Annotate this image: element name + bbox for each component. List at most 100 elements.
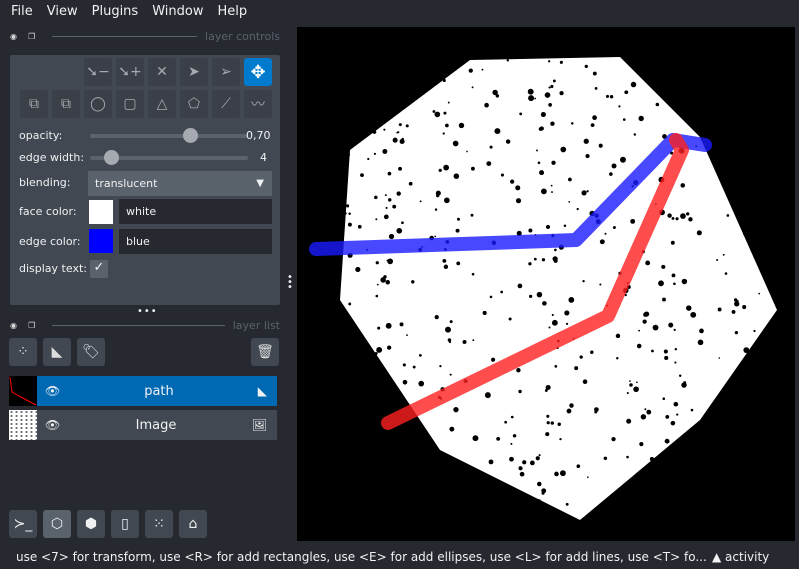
image-texture-dot [494,128,501,135]
image-texture-dot [444,197,450,204]
roll-icon: ⬢ [84,516,98,532]
new-points-button[interactable]: ⁘ [9,338,37,366]
new-shapes-button[interactable]: ◣ [43,338,71,366]
image-texture-dot [586,190,589,193]
edge-width-slider-handle[interactable] [104,150,119,165]
image-texture-dot [387,388,393,395]
transpose-button[interactable]: ▯ [111,510,139,538]
points-icon: ⁘ [17,344,29,360]
console-button[interactable]: ≻_ [9,510,37,538]
layer-thumbnail [9,410,37,440]
blending-dropdown[interactable]: translucent ▼ [88,171,272,196]
new-labels-button[interactable]: 🏷 [77,338,105,366]
edge-width-slider[interactable] [90,150,248,165]
layer-item-path[interactable]: 👁 path ◣ [9,376,277,406]
image-texture-dot [335,158,342,165]
ellipse-button[interactable]: ◯ [84,90,112,118]
menu-window[interactable]: Window [145,4,210,19]
image-texture-dot [636,343,642,349]
ndisplay-button[interactable]: ⬡ [43,510,71,538]
close-panel-icon[interactable]: ❐ [28,321,38,330]
image-texture-dot [537,161,541,165]
remove-vertex-button[interactable]: ➘− [84,58,112,86]
image-texture-dot [643,312,648,317]
image-texture-dot [731,309,736,314]
float-icon[interactable]: ◉ [10,32,20,41]
eye-icon[interactable]: 👁 [45,418,60,432]
delete-shape-button[interactable]: ✕ [148,58,176,86]
image-texture-dot [369,106,372,109]
image-texture-dot [594,86,598,90]
image-texture-dot [434,315,439,320]
add-vertex-button[interactable]: ➘+ [116,58,144,86]
menu-help[interactable]: Help [210,4,254,19]
home-button[interactable]: ⌂ [179,510,207,538]
canvas-svg[interactable] [297,27,795,541]
image-texture-dot [337,340,340,344]
edge-color-swatch[interactable] [89,229,113,253]
image-texture-dot [496,436,501,441]
move-front-icon: ⧉ [61,96,71,112]
grid-button[interactable]: ⁙ [145,510,173,538]
eye-icon[interactable]: 👁 [45,384,60,398]
image-texture-dot [717,307,722,312]
direct-select-button[interactable]: ➢ [212,58,240,86]
menu-file[interactable]: File [4,4,40,19]
move-back-button[interactable]: ⧉ [20,90,48,118]
image-texture-dot [397,131,400,134]
opacity-slider-handle[interactable] [183,128,198,143]
delete-layer-button[interactable]: 🗑 [251,338,279,366]
image-texture-dot [670,240,675,245]
image-texture-dot [394,466,398,470]
image-texture-dot [630,218,636,224]
image-texture-dot [726,214,730,217]
viewer-canvas[interactable] [297,27,795,541]
image-texture-dot [342,173,348,179]
layer-name: path [144,383,174,399]
close-panel-icon[interactable]: ❐ [28,32,38,41]
image-texture-dot [387,258,394,265]
face-color-input[interactable]: white [119,199,272,224]
pan-zoom-button[interactable]: ✥ [244,58,272,86]
image-texture-dot [671,216,675,220]
face-color-swatch[interactable] [89,200,113,224]
image-texture-dot [676,502,681,506]
image-texture-dot [568,201,571,203]
image-texture-dot [630,81,637,88]
lasso-button[interactable]: ⬠ [180,90,208,118]
display-text-checkbox[interactable]: ✓ [90,260,108,278]
layer-item-image[interactable]: 👁 Image 🖼 [9,410,277,440]
float-icon[interactable]: ◉ [10,321,20,330]
image-texture-dot [566,408,572,414]
image-texture-dot [370,481,374,485]
image-texture-dot [771,68,777,74]
image-texture-dot [518,389,522,394]
path-button[interactable]: 〰 [244,90,272,118]
image-texture-dot [533,257,537,261]
menu-plugins[interactable]: Plugins [85,4,146,19]
image-texture-dot [769,260,772,264]
image-texture-dot [392,137,398,143]
menu-view[interactable]: View [40,4,85,19]
rectangle-button[interactable]: ▢ [116,90,144,118]
image-texture-dot [716,258,719,261]
activity-button[interactable]: ▲ activity [712,550,769,564]
image-texture-dot [615,333,621,339]
image-texture-dot [348,336,351,339]
select-shape-button[interactable]: ➤ [180,58,208,86]
move-front-button[interactable]: ⧉ [52,90,80,118]
polygon-button[interactable]: △ [148,90,176,118]
image-texture-dot [667,213,672,218]
roll-dims-button[interactable]: ⬢ [77,510,105,538]
edge-color-input[interactable]: blue [119,229,272,254]
image-texture-dot [638,329,641,332]
opacity-slider[interactable] [90,128,248,143]
image-texture-dot [404,478,410,483]
line-button[interactable]: ⟋ [212,90,240,118]
image-texture-dot [472,339,475,342]
image-texture-dot [522,460,527,465]
panel-resize-handle[interactable]: • • • [287,273,293,293]
image-texture-dot [592,71,597,76]
splitter-handle[interactable]: ••• [137,306,158,317]
image-texture-dot [468,68,473,73]
